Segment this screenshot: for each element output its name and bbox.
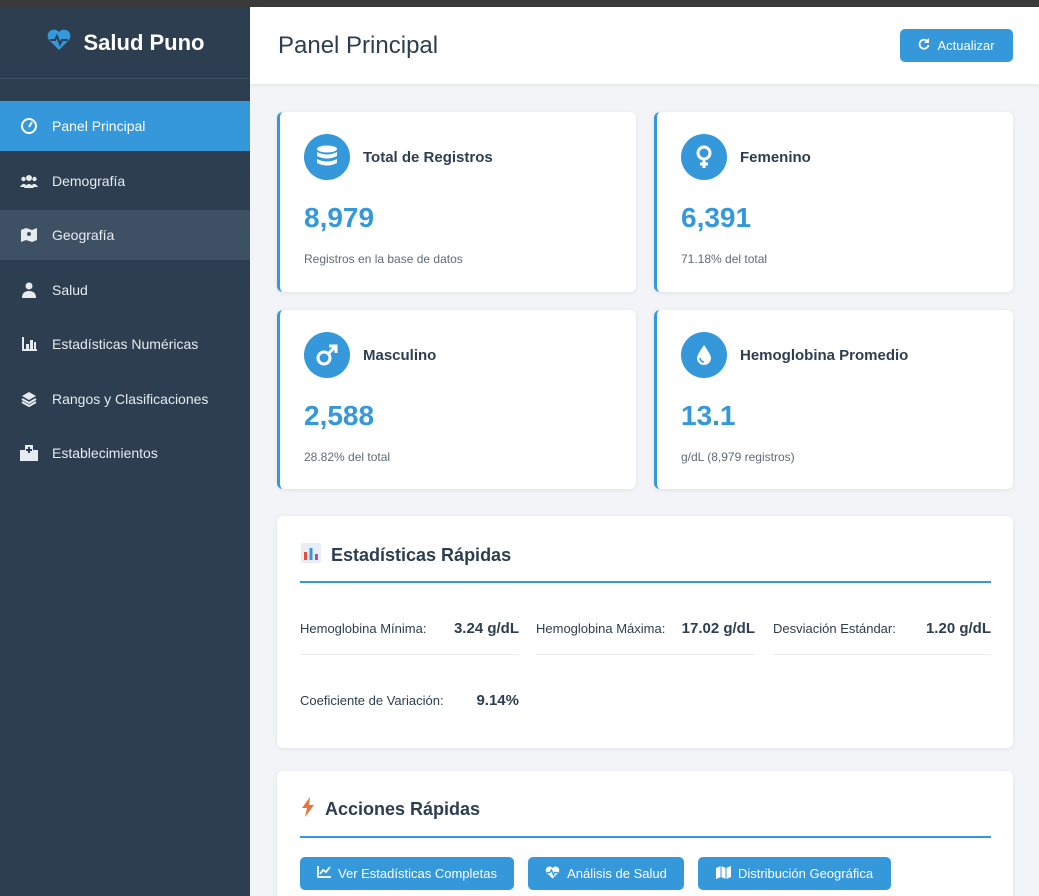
button-label: Distribución Geográfica — [737, 866, 874, 881]
button-label: Ver Estadísticas Completas — [338, 866, 497, 881]
page-title: Panel Principal — [278, 31, 439, 59]
sidebar-nav: Panel Principal Demografía Geografía Sal… — [0, 101, 250, 478]
window-top-strip — [0, 0, 1039, 7]
stat-label: Hemoglobina Máxima: — [536, 621, 666, 636]
sidebar-item-label: Rangos y Clasificaciones — [52, 390, 209, 407]
quick-actions-title: Acciones Rápidas — [325, 799, 481, 819]
page-header: Panel Principal Actualizar — [250, 7, 1039, 84]
quick-actions-heading: Acciones Rápidas — [301, 797, 480, 822]
sidebar-item-estadisticas[interactable]: Estadísticas Numéricas — [0, 319, 250, 369]
card-subtitle: Registros en la base de datos — [304, 252, 463, 266]
main-content: Panel Principal Actualizar Total de Regi… — [250, 7, 1039, 896]
quick-stats-panel: Estadísticas Rápidas Hemoglobina Mínima:… — [277, 516, 1013, 748]
stat-hemoglobina-minima: Hemoglobina Mínima: 3.24 g/dL — [300, 603, 519, 655]
health-analysis-button[interactable]: Análisis de Salud — [528, 857, 684, 890]
stat-label: Hemoglobina Mínima: — [300, 621, 427, 636]
card-total-registros: Total de Registros 8,979 Registros en la… — [277, 112, 636, 292]
sidebar-item-label: Demografía — [52, 172, 126, 189]
refresh-icon — [918, 38, 930, 53]
sidebar-item-label: Estadísticas Numéricas — [52, 336, 199, 352]
brand-title: Salud Puno — [83, 29, 205, 55]
sidebar-item-rangos[interactable]: Rangos y Clasificaciones — [0, 374, 250, 424]
sidebar-item-label: Salud — [52, 281, 88, 298]
stat-hemoglobina-maxima: Hemoglobina Máxima: 17.02 g/dL — [536, 603, 755, 655]
heartbeat-icon — [46, 29, 72, 56]
heartbeat-icon — [545, 866, 560, 882]
card-title: Femenino — [740, 148, 811, 166]
card-value: 8,979 — [304, 202, 375, 233]
tachometer-icon — [20, 117, 38, 135]
card-hemoglobina-promedio: Hemoglobina Promedio 13.1 g/dL (8,979 re… — [654, 310, 1013, 489]
line-chart-icon — [317, 866, 332, 881]
sidebar-item-demografia[interactable]: Demografía — [0, 156, 250, 206]
quick-stats-title: Estadísticas Rápidas — [331, 545, 512, 565]
brand[interactable]: Salud Puno — [0, 7, 250, 79]
sidebar-item-establecimientos[interactable]: Establecimientos — [0, 428, 250, 478]
card-masculino: Masculino 2,588 28.82% del total — [277, 310, 636, 489]
quick-stats-heading: Estadísticas Rápidas — [301, 543, 511, 568]
stat-value: 1.20 g/dL — [925, 620, 991, 637]
map-icon — [715, 865, 731, 882]
view-full-stats-button[interactable]: Ver Estadísticas Completas — [300, 857, 514, 890]
refresh-label: Actualizar — [937, 38, 995, 53]
card-value: 13.1 — [681, 400, 736, 431]
stat-coeficiente-variacion: Coeficiente de Variación: 9.14% — [300, 674, 519, 726]
button-label: Análisis de Salud — [567, 866, 667, 881]
stat-label: Coeficiente de Variación: — [300, 692, 444, 708]
sidebar-item-geografia[interactable]: Geografía — [0, 210, 250, 260]
refresh-button[interactable]: Actualizar — [900, 29, 1013, 62]
map-icon — [20, 226, 38, 244]
database-icon — [304, 134, 350, 180]
sidebar: Salud Puno Panel Principal Demografía Ge… — [0, 7, 250, 896]
sidebar-item-panel-principal[interactable]: Panel Principal — [0, 101, 250, 151]
card-subtitle: 71.18% del total — [681, 252, 768, 266]
mars-icon — [304, 332, 350, 378]
quick-stats-divider — [300, 581, 991, 583]
users-icon — [20, 172, 38, 190]
card-subtitle: g/dL (8,979 registros) — [681, 450, 795, 464]
hospital-icon — [20, 444, 38, 462]
user-doctor-icon — [20, 281, 38, 299]
card-title: Total de Registros — [363, 148, 493, 166]
sidebar-item-salud[interactable]: Salud — [0, 265, 250, 315]
quick-actions-panel: Acciones Rápidas Ver Estadísticas Comple… — [277, 771, 1013, 896]
card-title: Hemoglobina Promedio — [740, 346, 909, 364]
card-title: Masculino — [363, 346, 437, 364]
bolt-icon — [301, 797, 315, 822]
card-value: 2,588 — [304, 400, 375, 431]
card-femenino: Femenino 6,391 71.18% del total — [654, 112, 1013, 292]
card-value: 6,391 — [681, 202, 752, 233]
bar-chart-icon — [301, 543, 321, 568]
sidebar-item-label: Establecimientos — [52, 445, 158, 461]
card-subtitle: 28.82% del total — [304, 450, 391, 464]
droplet-icon — [681, 332, 727, 378]
stat-desviacion-estandar: Desviación Estándar: 1.20 g/dL — [773, 603, 991, 655]
venus-icon — [681, 134, 727, 180]
sidebar-item-label: Geografía — [52, 227, 115, 243]
layers-icon — [20, 390, 38, 408]
sidebar-item-label: Panel Principal — [52, 118, 146, 134]
stat-label: Desviación Estándar: — [773, 621, 896, 636]
geographic-distribution-button[interactable]: Distribución Geográfica — [698, 857, 891, 890]
chart-icon — [20, 335, 38, 353]
stat-value: 9.14% — [476, 691, 519, 709]
stat-value: 17.02 g/dL — [681, 620, 755, 637]
stat-value: 3.24 g/dL — [453, 620, 519, 637]
quick-actions-divider — [300, 836, 991, 838]
